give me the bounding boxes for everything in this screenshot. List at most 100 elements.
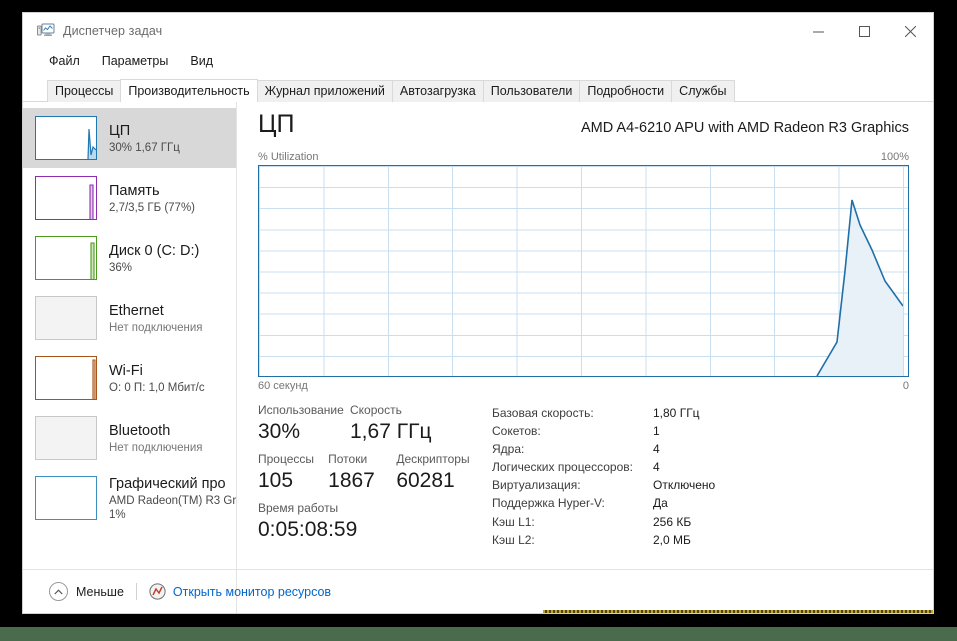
- chart-y-label: % Utilization: [258, 151, 319, 163]
- title-bar: Диспетчер задач: [23, 13, 933, 49]
- sidebar-subtitle: AMD Radeon(TM) R3 Gr: [109, 494, 236, 507]
- chart-x-end: 0: [902, 380, 909, 392]
- performance-panel: ЦП AMD A4-6210 APU with AMD Radeon R3 Gr…: [236, 102, 933, 613]
- detail-row: Кэш L1: 256 КБ: [492, 513, 715, 531]
- chevron-up-circle-icon: [49, 582, 68, 601]
- detail-key: Сокетов:: [492, 424, 541, 439]
- sidebar-subtitle: 36%: [109, 261, 133, 274]
- panel-header: ЦП AMD A4-6210 APU with AMD Radeon R3 Gr…: [258, 110, 909, 139]
- sidebar-title: Wi-Fi: [109, 362, 143, 379]
- fewer-details-button[interactable]: Меньше: [49, 582, 124, 601]
- ethernet-thumbnail: [35, 296, 97, 340]
- resource-monitor-icon: [149, 583, 166, 600]
- sidebar-title: ЦП: [109, 122, 131, 139]
- tab-performance[interactable]: Производительность: [120, 79, 258, 102]
- stat-value: 0:05:08:59: [258, 518, 358, 541]
- sidebar-item-ethernet[interactable]: Ethernet Нет подключения: [23, 288, 236, 348]
- stats-row-2: Процессы 105 Потоки 1867 Дескрипторы 602…: [258, 451, 484, 494]
- detail-row: Сокетов: 1: [492, 422, 715, 440]
- sidebar-item-gpu[interactable]: Графический про AMD Radeon(TM) R3 Gr 1%: [23, 468, 236, 528]
- detail-key: Виртуализация:: [492, 478, 581, 493]
- sidebar-title: Bluetooth: [109, 422, 171, 439]
- tab-startup[interactable]: Автозагрузка: [391, 80, 484, 102]
- detail-row: Ядра: 4: [492, 440, 715, 458]
- cpu-graph-plot: [816, 199, 903, 376]
- stats-row-1: Использование 30% Скорость 1,67 ГГц: [258, 402, 484, 445]
- stat-caption: Скорость: [350, 403, 402, 417]
- detail-row: Кэш L2: 2,0 МБ: [492, 531, 715, 549]
- window-title: Диспетчер задач: [63, 24, 163, 38]
- page-title: ЦП: [258, 110, 295, 138]
- task-manager-window: Диспетчер задач Файл Параметры Вид Проце…: [22, 12, 934, 614]
- sidebar-subtitle: 2,7/3,5 ГБ (77%): [109, 201, 196, 214]
- stat-caption: Дескрипторы: [396, 452, 470, 466]
- sidebar-item-memory[interactable]: Память 2,7/3,5 ГБ (77%): [23, 168, 236, 228]
- tab-processes[interactable]: Процессы: [47, 80, 122, 102]
- gpu-thumbnail: [35, 476, 97, 520]
- detail-value: 256 КБ: [653, 514, 692, 529]
- chart-axis-top: % Utilization 100%: [258, 151, 909, 163]
- task-manager-icon: [37, 23, 55, 39]
- sidebar-title: Память: [109, 182, 160, 199]
- cpu-thumbnail: [35, 116, 97, 160]
- detail-value: Отключено: [653, 478, 716, 493]
- window-controls: [795, 13, 933, 49]
- tab-strip: Процессы Производительность Журнал прило…: [23, 79, 933, 102]
- disk-labels: Диск 0 (C: D:) 36%: [109, 242, 199, 275]
- menu-item-file[interactable]: Файл: [49, 49, 80, 73]
- sidebar-item-bluetooth[interactable]: Bluetooth Нет подключения: [23, 408, 236, 468]
- detail-key: Логических процессоров:: [492, 460, 633, 475]
- cpu-utilization-graph: [258, 165, 909, 377]
- memory-thumbnail: [35, 176, 97, 220]
- cpu-labels: ЦП 30% 1,67 ГГц: [109, 122, 180, 155]
- open-resource-monitor-link[interactable]: Открыть монитор ресурсов: [173, 585, 331, 599]
- minimize-button[interactable]: [795, 13, 841, 49]
- sidebar-subtitle: 30% 1,67 ГГц: [109, 141, 180, 154]
- tab-services[interactable]: Службы: [671, 80, 735, 102]
- stats-details: Базовая скорость: 1,80 ГГц Сокетов: 1 Яд…: [492, 402, 715, 549]
- stats-row-3: Время работы 0:05:08:59: [258, 500, 484, 543]
- detail-row: Виртуализация: Отключено: [492, 476, 715, 494]
- tab-app-history[interactable]: Журнал приложений: [256, 80, 393, 102]
- menu-bar: Файл Параметры Вид: [23, 49, 933, 73]
- stat-speed: Скорость 1,67 ГГц: [350, 402, 460, 445]
- stat-value: 1,67 ГГц: [350, 420, 432, 443]
- footer-separator: [135, 583, 137, 600]
- cpu-model-label: AMD A4-6210 APU with AMD Radeon R3 Graph…: [580, 120, 909, 136]
- stat-processes: Процессы 105: [258, 451, 328, 494]
- detail-value: 4: [653, 460, 660, 475]
- stats-area: Использование 30% Скорость 1,67 ГГц Проц…: [258, 402, 909, 549]
- chart-y-max: 100%: [880, 151, 909, 163]
- detail-key: Кэш L2:: [492, 532, 535, 547]
- maximize-button[interactable]: [841, 13, 887, 49]
- detail-key: Поддержка Hyper-V:: [492, 496, 605, 511]
- content-area: ЦП 30% 1,67 ГГц Память 2,7/3,5 ГБ (77%): [23, 102, 933, 613]
- stat-value: 105: [258, 469, 294, 492]
- bluetooth-thumbnail: [35, 416, 97, 460]
- detail-row: Базовая скорость: 1,80 ГГц: [492, 404, 715, 422]
- detail-value: 1: [653, 424, 660, 439]
- sidebar-subtitle: Нет подключения: [109, 321, 203, 334]
- detail-row: Поддержка Hyper-V: Да: [492, 494, 715, 512]
- memory-labels: Память 2,7/3,5 ГБ (77%): [109, 182, 195, 215]
- sidebar-item-cpu[interactable]: ЦП 30% 1,67 ГГц: [23, 108, 236, 168]
- stats-primary: Использование 30% Скорость 1,67 ГГц Проц…: [258, 402, 484, 549]
- tab-users[interactable]: Пользователи: [482, 80, 581, 102]
- stat-caption: Использование: [258, 403, 344, 417]
- sidebar-item-wifi[interactable]: Wi-Fi О: 0 П: 1,0 Мбит/с: [23, 348, 236, 408]
- sidebar-title: Графический про: [109, 475, 226, 492]
- tab-details[interactable]: Подробности: [579, 80, 673, 102]
- stat-uptime: Время работы 0:05:08:59: [258, 500, 357, 543]
- stat-handles: Дескрипторы 60281: [396, 451, 484, 494]
- sidebar-item-disk0[interactable]: Диск 0 (C: D:) 36%: [23, 228, 236, 288]
- resource-sidebar[interactable]: ЦП 30% 1,67 ГГц Память 2,7/3,5 ГБ (77%): [23, 102, 236, 613]
- stat-usage: Использование 30%: [258, 402, 350, 445]
- stat-value: 30%: [258, 420, 301, 443]
- stat-threads: Потоки 1867: [328, 451, 396, 494]
- menu-item-options[interactable]: Параметры: [102, 49, 169, 73]
- fewer-details-label: Меньше: [76, 584, 124, 599]
- close-button[interactable]: [887, 13, 933, 49]
- sidebar-subtitle: О: 0 П: 1,0 Мбит/с: [109, 381, 205, 394]
- detail-value: 1,80 ГГц: [653, 406, 700, 420]
- menu-item-view[interactable]: Вид: [190, 49, 213, 73]
